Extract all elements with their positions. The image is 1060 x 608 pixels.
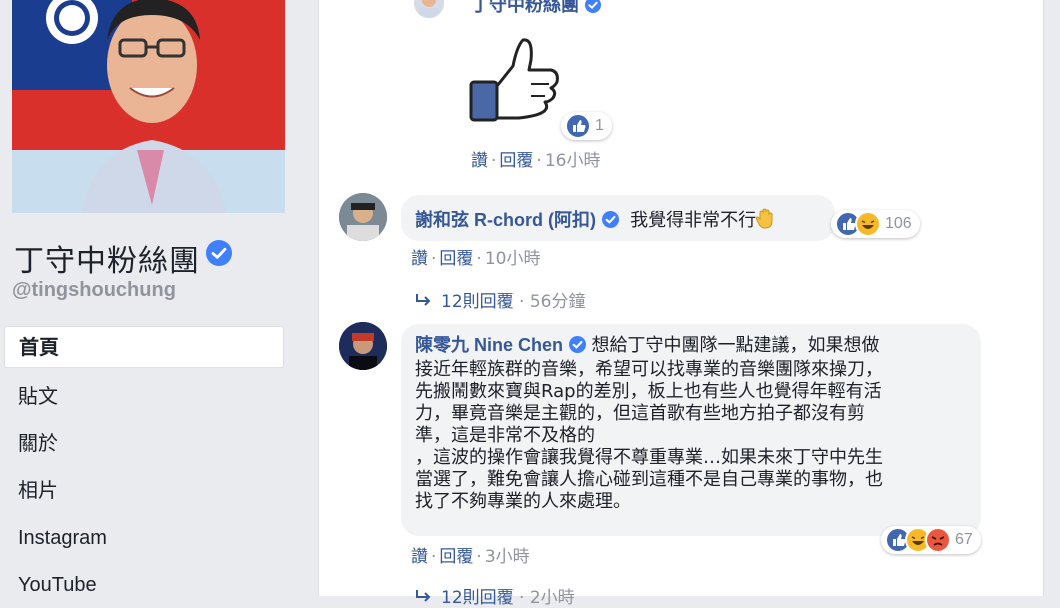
comment-bubble: 謝和弦 R-chord (阿扣) 我覺得非常不行 [401,195,835,241]
reply-arrow-icon [415,588,441,608]
verified-badge-icon [601,211,619,234]
comment-text-line: 力，畢竟音樂是主觀的，但這首歌有些地方拍子都沒有剪 [415,403,865,424]
nav-item-photos[interactable]: 相片 [4,470,284,512]
page-name[interactable]: 丁守中粉絲團 [14,236,200,280]
haha-reaction-icon [855,211,881,237]
reply-action[interactable]: 回覆 [439,547,473,567]
comment-author[interactable]: 丁守中粉絲團 [471,0,579,15]
nav-item-about[interactable]: 關於 [4,423,284,465]
comment-text-line: ，這波的操作會讓我覺得不尊重專業…如果未來丁守中先生 [415,447,883,468]
verified-badge-icon [584,0,601,18]
comment-time[interactable]: 10小時 [485,249,541,269]
verified-badge-icon [568,336,586,359]
comments-panel: 丁守中粉絲團 1 讚 · 回覆 · 16小時 謝和弦 R-chord (阿扣) 我覺得非… [318,0,1044,608]
like-reaction-icon [565,113,591,139]
angry-reaction-icon [925,527,951,553]
comment-text-line: 準，這是非常不及格的 [415,425,595,446]
commenter-avatar[interactable] [339,322,387,370]
reply-action[interactable]: 回覆 [499,151,533,171]
reply-arrow-icon [415,292,441,312]
comment-text-line: 接近年輕族群的音樂，希望可以找專業的音樂團隊來操刀， [415,359,883,380]
page-handle[interactable]: @tingshouchung [12,279,176,302]
nav-item-home[interactable]: 首頁 [4,326,284,368]
view-replies-link[interactable]: 12則回覆 · 56分鐘 [415,287,586,312]
nav-item-posts[interactable]: 貼文 [4,376,284,418]
like-action[interactable]: 讚 [411,547,428,567]
verified-badge-icon [206,240,232,270]
like-action[interactable]: 讚 [471,151,488,171]
profile-photo[interactable] [12,0,285,213]
raised-hand-emoji-icon [755,207,776,235]
comment-reactions[interactable]: 67 [881,526,981,554]
nav-item-youtube[interactable]: YouTube [4,564,284,606]
comment-time[interactable]: 3小時 [485,547,530,567]
comment-author[interactable]: 陳零九 Nine Chen [415,335,563,355]
comment-author[interactable]: 謝和弦 R-chord (阿扣) [415,210,596,230]
reply-action[interactable]: 回覆 [439,249,473,269]
commenter-avatar[interactable] [339,193,387,241]
page-sidebar: 丁守中粉絲團 @tingshouchung 首頁 貼文 關於 相片 Instag… [0,0,300,596]
comment-text-line: 先搬鬧數來寶與Rap的差別，板上也有些人也覺得年輕有活 [415,381,882,402]
like-action[interactable]: 讚 [411,249,428,269]
comment-text-line: 想給丁守中團隊一點建議，如果想做 [591,335,880,356]
comment-text: 我覺得非常不行 [630,210,757,231]
comment-reactions[interactable]: 106 [831,210,920,238]
commenter-avatar[interactable] [414,0,444,18]
comment-text-line: 找了不夠專業的人來處理。 [415,491,631,512]
comment-text-line: 當選了，難免會讓人擔心碰到這種不是自己專業的事物，也 [415,469,883,490]
comment-bubble: 陳零九 Nine Chen 想給丁守中團隊一點建議，如果想做 接近年輕族群的音樂… [401,324,981,536]
thumbs-up-sticker-icon [469,36,561,128]
comment-reactions[interactable]: 1 [561,112,612,140]
comment-time[interactable]: 16小時 [545,151,601,171]
nav-item-instagram[interactable]: Instagram [4,517,284,559]
